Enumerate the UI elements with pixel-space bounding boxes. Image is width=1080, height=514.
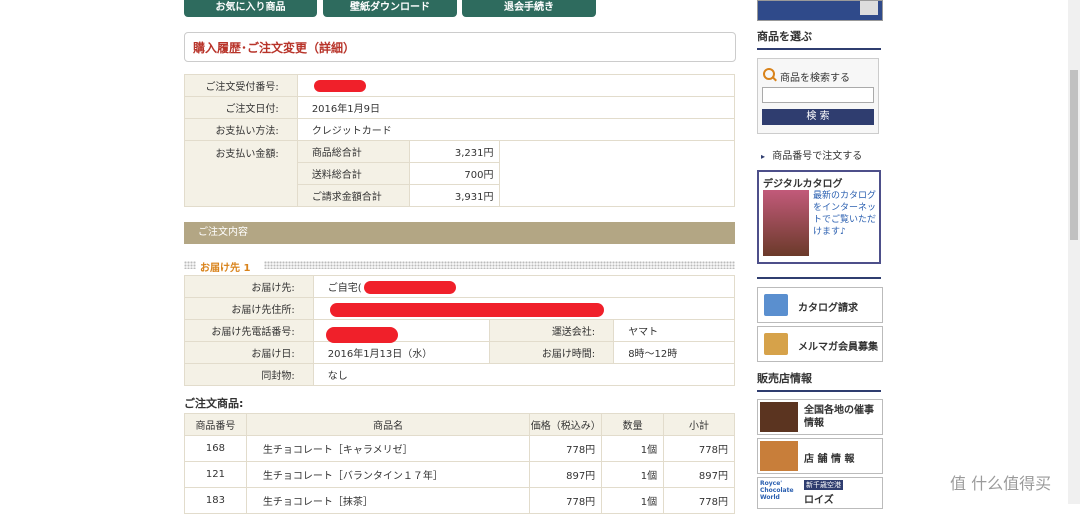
order-date-value: 2016年1月9日 xyxy=(296,96,736,119)
dest-phone-label: お届け先電話番号: xyxy=(184,319,314,342)
order-info-table: ご注文受付番号: ご注文日付: 2016年1月9日 お支払い方法: クレジットカ… xyxy=(184,74,736,207)
catalog-title: デジタルカタログ xyxy=(763,179,843,190)
order-items-label: ご注文商品: xyxy=(184,397,244,410)
events-button[interactable]: 全国各地の催事情報 xyxy=(757,399,883,435)
item-qty: 1個 xyxy=(601,487,665,514)
page-title-box: 購入履歴･ご注文変更（詳細） xyxy=(184,32,736,62)
subtotal-value: 3,231円 xyxy=(408,140,501,163)
order-by-number-label: 商品番号で注文する xyxy=(772,151,863,162)
scrollbar-thumb[interactable] xyxy=(1070,70,1078,240)
tab-withdraw[interactable]: 退会手続き xyxy=(462,0,596,17)
search-icon-handle xyxy=(772,76,777,82)
redaction-phone xyxy=(326,327,398,343)
catalog-request-label: カタログ請求 xyxy=(798,303,858,314)
sidebar-top-banner[interactable] xyxy=(757,0,883,21)
search-label: 商品を検索する xyxy=(780,73,850,84)
shipping-value: 700円 xyxy=(408,162,501,185)
chocolate-image xyxy=(760,402,798,432)
search-panel: 商品を検索する 検 索 xyxy=(757,58,879,134)
total-label: ご請求金額合計 xyxy=(296,184,410,207)
dest-name-label: お届け先: xyxy=(184,275,314,298)
item-subtotal: 778円 xyxy=(663,487,735,514)
carrier-label: 運送会社: xyxy=(489,319,615,342)
item-no: 183 xyxy=(184,487,247,514)
items-header-no: 商品番号 xyxy=(184,413,247,436)
choose-heading: 商品を選ぶ xyxy=(757,28,881,50)
order-date-label: ご注文日付: xyxy=(184,96,298,119)
events-label: 全国各地の催事情報 xyxy=(804,405,874,429)
mailmag-label: メルマガ会員募集 xyxy=(798,342,878,353)
item-qty: 1個 xyxy=(601,461,665,488)
tab-favorites[interactable]: お気に入り商品 xyxy=(184,0,317,17)
order-items-table: 商品番号 商品名 価格（税込み） 数量 小計 168 生チョコレート［キャラメリ… xyxy=(184,413,735,514)
watermark: 值 什么值得买 xyxy=(950,474,1052,493)
items-header-price: 価格（税込み） xyxy=(529,413,603,436)
subtotal-label: 商品総合計 xyxy=(296,140,410,163)
item-price: 778円 xyxy=(529,487,603,514)
stores-label: 店 舗 情 報 xyxy=(804,454,855,465)
payment-method-label: お支払い方法: xyxy=(184,118,298,141)
table-row: 183 生チョコレート［抹茶］ 778円 1個 778円 xyxy=(184,487,735,514)
table-row: 168 生チョコレート［キャラメリゼ］ 778円 1個 778円 xyxy=(184,435,735,462)
search-button[interactable]: 検 索 xyxy=(762,109,874,125)
item-subtotal: 778円 xyxy=(663,435,735,462)
destination-table: お届け先: ご自宅( お届け先住所: お届け先電話番号: 運送会社: ヤマト お… xyxy=(184,275,736,386)
envelope-icon xyxy=(764,333,788,355)
dest-address-label: お届け先住所: xyxy=(184,297,314,320)
order-by-number-link[interactable]: ▸ 商品番号で注文する xyxy=(761,147,862,162)
delivery-date-value: 2016年1月13日（水） xyxy=(312,341,491,364)
catalog-image xyxy=(763,190,809,256)
section-title: ご注文内容 xyxy=(198,227,248,238)
destination-heading: お届け先 1 xyxy=(184,259,735,274)
store-image xyxy=(760,441,798,471)
item-name: 生チョコレート［キャラメリゼ］ xyxy=(245,435,531,462)
order-no-label: ご注文受付番号: xyxy=(184,74,298,97)
item-price: 778円 xyxy=(529,435,603,462)
item-qty: 1個 xyxy=(601,435,665,462)
page-title: 購入履歴･ご注文変更（詳細） xyxy=(193,41,356,55)
amount-label: お支払い金額: xyxy=(184,140,298,207)
table-row: 121 生チョコレート［バランタイン１７年］ 897円 1個 897円 xyxy=(184,461,735,488)
shop-heading: 販売店情報 xyxy=(757,370,881,392)
shipping-label: 送料総合計 xyxy=(296,162,410,185)
amount-spacer xyxy=(499,140,735,207)
enclosure-label: 同封物: xyxy=(184,363,314,386)
item-subtotal: 897円 xyxy=(663,461,735,488)
carrier-value: ヤマト xyxy=(613,319,735,342)
item-price: 897円 xyxy=(529,461,603,488)
destination-heading-text: お届け先 1 xyxy=(198,259,253,274)
stores-button[interactable]: 店 舗 情 報 xyxy=(757,438,883,474)
items-header-subtotal: 小計 xyxy=(663,413,735,436)
total-value: 3,931円 xyxy=(408,184,501,207)
redaction-name xyxy=(364,281,456,294)
delivery-date-label: お届け日: xyxy=(184,341,314,364)
items-header-name: 商品名 xyxy=(245,413,531,436)
delivery-time-value: 8時〜12時 xyxy=(613,341,735,364)
mailmag-button[interactable]: メルマガ会員募集 xyxy=(757,326,883,362)
arrow-right-icon: ▸ xyxy=(761,152,766,161)
catalog-text: 最新のカタログをインターネットでご覧いただけます♪ xyxy=(813,191,877,237)
digital-catalog-banner[interactable]: デジタルカタログ 最新のカタログをインターネットでご覧いただけます♪ xyxy=(757,170,881,264)
items-header-qty: 数量 xyxy=(601,413,665,436)
airport-badge: 新千歳空港 xyxy=(804,480,843,490)
item-no: 121 xyxy=(184,461,247,488)
catalog-book-icon xyxy=(764,294,788,316)
royce-logo: Royce' Chocolate World xyxy=(760,480,794,501)
airport-banner[interactable]: Royce' Chocolate World 新千歳空港 ロイズ xyxy=(757,477,883,509)
section-order-contents: ご注文内容 xyxy=(184,222,735,244)
delivery-time-label: お届け時間: xyxy=(489,341,615,364)
catalog-request-button[interactable]: カタログ請求 xyxy=(757,287,883,323)
tab-wallpaper[interactable]: 壁紙ダウンロード xyxy=(323,0,457,17)
payment-method-value: クレジットカード xyxy=(296,118,736,141)
sidebar-divider xyxy=(757,277,881,279)
enclosure-value: なし xyxy=(312,363,736,386)
banner-icon xyxy=(860,1,878,15)
item-name: 生チョコレート［抹茶］ xyxy=(245,487,531,514)
item-name: 生チョコレート［バランタイン１７年］ xyxy=(245,461,531,488)
item-no: 168 xyxy=(184,435,247,462)
redaction-address xyxy=(330,303,604,317)
search-input[interactable] xyxy=(762,87,874,103)
redaction-order-no xyxy=(314,80,366,92)
